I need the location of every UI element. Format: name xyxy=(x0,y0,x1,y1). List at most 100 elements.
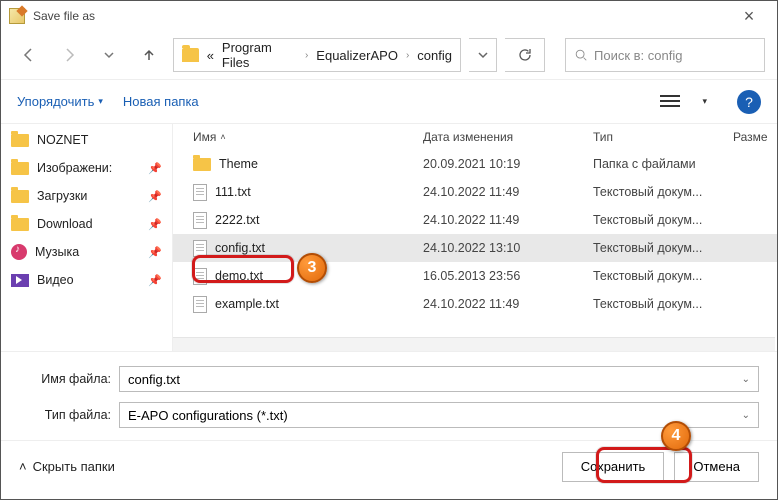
chevron-up-icon: ˄ xyxy=(19,459,27,474)
file-date: 24.10.2022 11:49 xyxy=(423,185,593,199)
bottom-bar: ˄ Скрыть папки Сохранить Отмена xyxy=(1,440,777,492)
annotation-badge-4: 4 xyxy=(661,421,691,451)
sort-indicator: ˄ xyxy=(220,132,225,142)
breadcrumb-seg-1[interactable]: Program Files xyxy=(222,40,297,70)
up-button[interactable] xyxy=(133,39,165,71)
sidebar-item-music[interactable]: Музыка📌 xyxy=(1,238,172,266)
file-list: Theme20.09.2021 10:19Папка с файлами111.… xyxy=(173,150,777,337)
organize-menu[interactable]: Упорядочить ▾ xyxy=(17,94,103,109)
pin-icon: 📌 xyxy=(148,218,162,231)
file-date: 24.10.2022 11:49 xyxy=(423,297,593,311)
breadcrumb-seg-2[interactable]: EqualizerAPO xyxy=(316,48,398,63)
search-icon xyxy=(574,48,588,62)
file-name: 111.txt xyxy=(215,185,251,199)
pin-icon: 📌 xyxy=(148,162,162,175)
hide-folders-label: Скрыть папки xyxy=(33,459,115,474)
sidebar-item-label: NOZNET xyxy=(37,133,88,147)
view-mode-button[interactable] xyxy=(656,90,684,114)
chevron-down-icon[interactable]: ⌄ xyxy=(742,374,750,385)
sidebar: NOZNET Изображени:📌 Загрузки📌 Download📌 … xyxy=(1,124,173,351)
form-area: Имя файла: config.txt ⌄ Тип файла: E-APO… xyxy=(1,351,777,440)
folder-icon xyxy=(11,190,29,203)
sidebar-item-label: Загрузки xyxy=(37,189,87,203)
horizontal-scrollbar[interactable] xyxy=(173,337,775,351)
sidebar-item-label: Видео xyxy=(37,273,74,287)
new-folder-label: Новая папка xyxy=(123,94,199,109)
close-button[interactable]: × xyxy=(729,6,769,27)
help-button[interactable]: ? xyxy=(737,90,761,114)
recent-dropdown[interactable] xyxy=(93,39,125,71)
search-placeholder: Поиск в: config xyxy=(594,48,682,63)
chevron-down-icon[interactable]: ⌄ xyxy=(742,410,750,421)
filename-value: config.txt xyxy=(128,372,180,387)
back-button[interactable] xyxy=(13,39,45,71)
file-date: 20.09.2021 10:19 xyxy=(423,157,593,171)
file-type: Текстовый докум... xyxy=(593,297,743,311)
folder-icon xyxy=(182,48,199,62)
breadcrumb-prefix: « xyxy=(207,48,214,63)
breadcrumb[interactable]: « Program Files › EqualizerAPO › config xyxy=(173,38,461,72)
sidebar-item-label: Download xyxy=(37,217,93,231)
cancel-button[interactable]: Отмена xyxy=(674,452,759,482)
filename-input[interactable]: config.txt ⌄ xyxy=(119,366,759,392)
chevron-down-icon[interactable]: ▾ xyxy=(702,96,707,107)
col-type[interactable]: Тип xyxy=(593,130,733,144)
music-icon xyxy=(11,244,27,260)
file-pane: Имя ˄ Дата изменения Тип Разме Theme 20.09… xyxy=(173,124,777,351)
organize-label: Упорядочить xyxy=(17,94,94,109)
text-file-icon xyxy=(193,296,207,313)
sidebar-item-download[interactable]: Download 📌 xyxy=(1,210,172,238)
file-type: Текстовый докум... xyxy=(593,269,743,283)
refresh-button[interactable] xyxy=(505,38,545,72)
folder-icon xyxy=(11,134,29,147)
file-type: Текстовый докум... xyxy=(593,241,743,255)
toolbar: Упорядочить ▾ Новая папка ▾ ? xyxy=(1,79,777,123)
chevron-down-icon: ▾ xyxy=(98,96,103,107)
file-name: config.txt xyxy=(215,241,265,255)
folder-icon xyxy=(11,162,29,175)
filename-label: Имя файла: xyxy=(19,372,119,386)
filetype-label: Тип файла: xyxy=(19,408,119,422)
file-type: Текстовый докум... xyxy=(593,185,743,199)
hide-folders-toggle[interactable]: ˄ Скрыть папки xyxy=(19,459,115,474)
file-name: Theme xyxy=(219,157,258,171)
folder-icon xyxy=(193,158,211,171)
sidebar-item-images[interactable]: Изображени:📌 xyxy=(1,154,172,182)
pin-icon: 📌 xyxy=(148,190,162,203)
filetype-select[interactable]: E-APO configurations (*.txt) ⌄ xyxy=(119,402,759,428)
col-name-label: Имя xyxy=(193,130,216,144)
search-input[interactable]: Поиск в: config xyxy=(565,38,765,72)
file-row[interactable]: 111.txt 24.10.2022 11:49Текстовый докум..… xyxy=(173,178,777,206)
sidebar-item-noznet[interactable]: NOZNET xyxy=(1,126,172,154)
file-row[interactable]: example.txt 24.10.2022 11:49Текстовый док… xyxy=(173,290,777,318)
col-name[interactable]: Имя ˄ xyxy=(193,130,423,144)
sidebar-item-video[interactable]: Видео📌 xyxy=(1,266,172,294)
pin-icon: 📌 xyxy=(148,246,162,259)
forward-button[interactable] xyxy=(53,39,85,71)
filetype-value: E-APO configurations (*.txt) xyxy=(128,408,288,423)
text-file-icon xyxy=(193,268,207,285)
text-file-icon xyxy=(193,184,207,201)
col-size[interactable]: Разме xyxy=(733,130,768,144)
save-button[interactable]: Сохранить xyxy=(562,452,665,482)
breadcrumb-seg-3[interactable]: config xyxy=(417,48,452,63)
file-row[interactable]: 2222.txt24.10.2022 11:49Текстовый докум.… xyxy=(173,206,777,234)
column-headers: Имя ˄ Дата изменения Тип Разме xyxy=(173,124,777,150)
file-row[interactable]: demo.txt16.05.2013 23:56Текстовый докум.… xyxy=(173,262,777,290)
sidebar-item-downloads[interactable]: Загрузки 📌 xyxy=(1,182,172,210)
file-date: 24.10.2022 13:10 xyxy=(423,241,593,255)
folder-icon xyxy=(11,218,29,231)
file-row[interactable]: Theme20.09.2021 10:19Папка с файлами xyxy=(173,150,777,178)
col-date[interactable]: Дата изменения xyxy=(423,130,593,144)
file-date: 24.10.2022 11:49 xyxy=(423,213,593,227)
file-row[interactable]: config.txt 24.10.2022 13:10Текстовый доку… xyxy=(173,234,777,262)
new-folder-button[interactable]: Новая папка xyxy=(123,94,199,109)
cancel-label: Отмена xyxy=(693,459,740,474)
chevron-right-icon: › xyxy=(406,50,409,61)
file-name: example.txt xyxy=(215,297,279,311)
file-name: 2222.txt xyxy=(215,213,259,227)
video-icon xyxy=(11,274,29,287)
nav-row: « Program Files › EqualizerAPO › config … xyxy=(1,31,777,79)
breadcrumb-dropdown[interactable] xyxy=(469,38,497,72)
text-file-icon xyxy=(193,212,207,229)
